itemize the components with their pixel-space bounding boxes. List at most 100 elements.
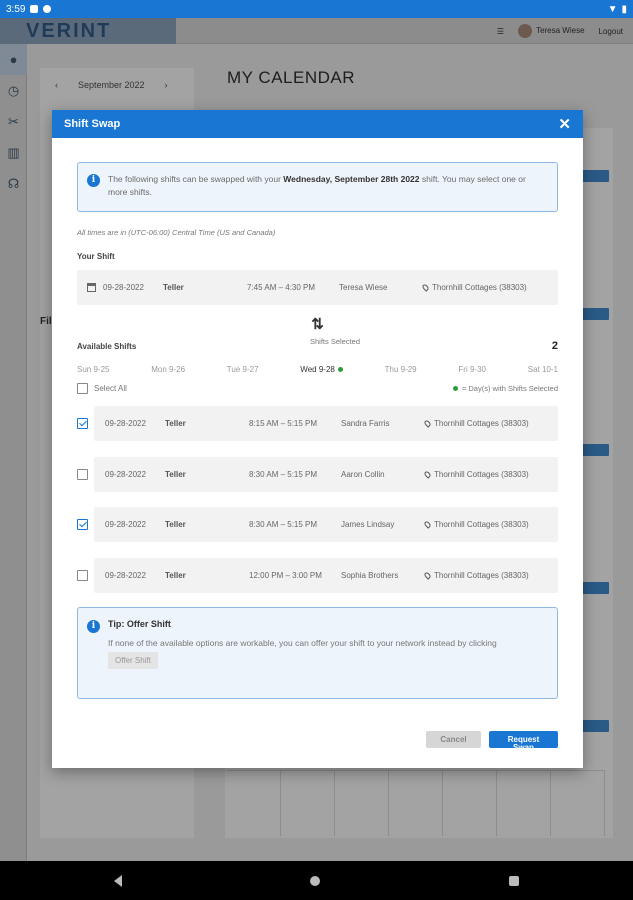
shift-checkbox[interactable]	[77, 468, 88, 480]
logout-link[interactable]: Logout	[599, 27, 623, 36]
shift-role: Teller	[165, 419, 186, 428]
recent-apps-icon[interactable]	[508, 875, 519, 886]
side-nav: ● ◷ ✂ ▥ ☊	[0, 44, 27, 861]
chart-icon[interactable]: ▥	[0, 137, 27, 168]
shift-date: 09-28-2022	[105, 469, 146, 479]
chevron-left-icon[interactable]: ‹	[55, 80, 58, 90]
dialog-footer: Cancel Request Swap	[426, 731, 558, 752]
app-header: VERINT ☰ Teresa Wiese Logout	[0, 18, 633, 44]
calendar-event-chip[interactable]	[579, 720, 609, 732]
page-title: MY CALENDAR	[227, 68, 355, 87]
shifts-selected-label: Shifts Selected	[310, 336, 361, 346]
shift-location: Thornhill Cottages (38303)	[423, 520, 558, 529]
location-pin-icon	[423, 469, 432, 479]
shift-role: Teller	[163, 283, 184, 292]
location-pin-icon	[423, 520, 432, 529]
selected-dot-icon	[452, 386, 458, 391]
shifts-selected-count: 2	[551, 340, 558, 352]
timezone-note: All times are in (UTC-06:00) Central Tim…	[77, 228, 276, 237]
tip-title: Tip: Offer Shift	[108, 619, 171, 629]
shift-date: 09-28-2022	[105, 520, 146, 529]
clock-icon[interactable]: ◷	[0, 75, 27, 106]
sync-icon	[43, 5, 52, 13]
user-menu[interactable]: Teresa Wiese	[518, 24, 585, 38]
tip-text: If none of the available options are wor…	[108, 638, 497, 648]
your-shift-label: Your Shift	[77, 252, 115, 261]
shift-location: Thornhill Cottages (38303)	[423, 570, 558, 580]
shift-checkbox[interactable]	[77, 418, 88, 429]
headset-icon[interactable]: ☊	[0, 168, 27, 199]
chevron-right-icon[interactable]: ›	[165, 80, 168, 90]
shift-employee: Teresa Wiese	[339, 283, 388, 292]
shift-location-text: Thornhill Cottages (38303)	[432, 283, 527, 292]
offer-shift-button[interactable]: Offer Shift	[108, 652, 158, 669]
shift-role: Teller	[165, 469, 186, 479]
shift-location: Thornhill Cottages (38303)	[423, 469, 558, 479]
month-nav: ‹ September 2022 ›	[55, 80, 168, 90]
tab-fri[interactable]: Fri 9-30	[458, 365, 486, 374]
person-icon[interactable]: ●	[0, 44, 27, 75]
tools-icon[interactable]: ✂	[0, 106, 27, 137]
menu-icon[interactable]: ☰	[497, 27, 504, 36]
user-name: Teresa Wiese	[536, 26, 585, 36]
legend: = Day(s) with Shifts Selected	[450, 384, 558, 393]
shift-location-text: Thornhill Cottages (38303)	[434, 570, 529, 580]
back-icon[interactable]	[114, 874, 123, 887]
calendar-event-chip[interactable]	[579, 582, 609, 594]
shift-role: Teller	[165, 570, 186, 580]
home-icon[interactable]	[310, 875, 321, 886]
request-swap-button[interactable]: Request Swap	[489, 731, 558, 752]
info-icon: i	[87, 174, 100, 187]
shift-checkbox[interactable]	[77, 519, 88, 530]
location-pin-icon	[421, 283, 430, 292]
shift-employee: Sophia Brothers	[341, 570, 399, 580]
tab-tue[interactable]: Tue 9-27	[227, 365, 259, 374]
shift-employee: James Lindsay	[341, 520, 395, 529]
select-all-row: Select All = Day(s) with Shifts Selected	[77, 383, 558, 394]
shift-time: 8:30 AM – 5:15 PM	[249, 469, 318, 479]
month-label: September 2022	[78, 80, 145, 90]
legend-text: = Day(s) with Shifts Selected	[461, 384, 558, 393]
shift-employee: Aaron Collin	[341, 469, 385, 479]
selected-dot-icon	[337, 367, 343, 373]
dialog-header: Shift Swap ✕	[52, 110, 583, 138]
swap-arrows-icon: ⇅	[311, 316, 324, 333]
tab-sun[interactable]: Sun 9-25	[77, 365, 109, 374]
shift-swap-dialog: Shift Swap ✕ i The following shifts can …	[52, 110, 583, 768]
close-icon[interactable]: ✕	[558, 115, 571, 133]
shift-date: 09-28-2022	[103, 283, 144, 292]
tab-wed-label: Wed 9-28	[300, 365, 335, 374]
available-shift-card[interactable]: 09-28-2022 Teller 8:15 AM – 5:15 PM Sand…	[94, 406, 558, 441]
dialog-title: Shift Swap	[64, 118, 121, 130]
tab-thu[interactable]: Thu 9-29	[385, 365, 417, 374]
your-shift-card: 09-28-2022 Teller 7:45 AM – 4:30 PM Tere…	[77, 270, 558, 305]
shift-location-text: Thornhill Cottages (38303)	[434, 520, 529, 529]
calendar-event-chip[interactable]	[579, 170, 609, 182]
shift-location: Thornhill Cottages (38303)	[421, 283, 558, 292]
shift-time: 8:15 AM – 5:15 PM	[249, 419, 318, 428]
tip-banner: i Tip: Offer Shift If none of the availa…	[77, 607, 558, 699]
list-item: 09-28-2022 Teller 8:15 AM – 5:15 PM Sand…	[77, 406, 558, 441]
status-bar: 3:59 ▼ ▮	[0, 0, 633, 18]
calendar-event-chip[interactable]	[579, 444, 609, 456]
available-shift-card[interactable]: 09-28-2022 Teller 8:30 AM – 5:15 PM Jame…	[94, 507, 558, 542]
available-shift-card[interactable]: 09-28-2022 Teller 8:30 AM – 5:15 PM Aaro…	[94, 456, 558, 492]
shift-date: 09-28-2022	[105, 419, 146, 428]
tab-wed[interactable]: Wed 9-28	[300, 365, 343, 374]
shift-location-text: Thornhill Cottages (38303)	[434, 469, 529, 479]
info-text-prefix: The following shifts can be swapped with…	[108, 174, 284, 184]
cancel-button[interactable]: Cancel	[426, 731, 481, 748]
android-nav-bar	[0, 861, 633, 900]
tab-sat[interactable]: Sat 10-1	[528, 365, 558, 374]
wifi-icon: ▼	[607, 3, 618, 15]
location-pin-icon	[423, 570, 432, 580]
tab-mon[interactable]: Mon 9-26	[151, 365, 185, 374]
shift-location-text: Thornhill Cottages (38303)	[434, 419, 529, 428]
available-shift-card[interactable]: 09-28-2022 Teller 12:00 PM – 3:00 PM Sop…	[94, 557, 558, 593]
list-item: 09-28-2022 Teller 8:30 AM – 5:15 PM Aaro…	[77, 456, 558, 492]
calendar-event-chip[interactable]	[579, 308, 609, 320]
select-all-checkbox[interactable]	[77, 383, 88, 394]
shift-time: 8:30 AM – 5:15 PM	[249, 520, 318, 529]
info-text-date: Wednesday, September 28th 2022	[283, 174, 420, 184]
shift-checkbox[interactable]	[77, 569, 88, 581]
